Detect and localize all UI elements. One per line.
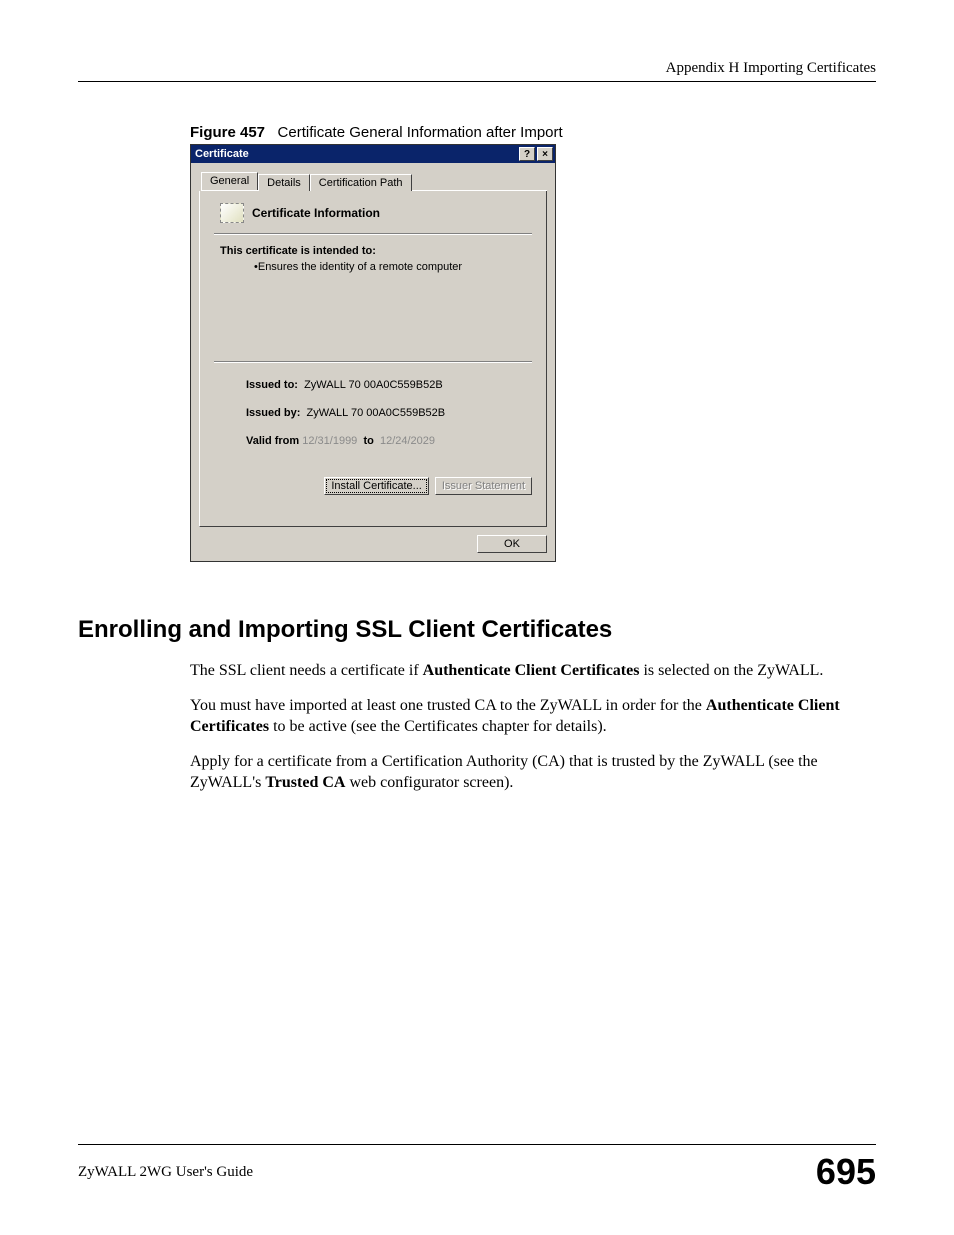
appendix-label: Appendix H Importing Certificates — [666, 60, 876, 76]
issued-by-label: Issued by: — [246, 407, 300, 419]
valid-row: Valid from 12/31/1999 to 12/24/2029 — [246, 435, 532, 447]
help-button[interactable]: ? — [519, 147, 535, 161]
text: web configurator screen). — [345, 774, 513, 791]
paragraph-2: You must have imported at least one trus… — [190, 695, 850, 737]
page-header: Appendix H Importing Certificates — [78, 60, 876, 82]
issued-to-row: Issued to: ZyWALL 70 00A0C559B52B — [246, 379, 532, 391]
paragraph-1: The SSL client needs a certificate if Au… — [190, 660, 850, 681]
bold-text: Authenticate Client Certificates — [423, 662, 640, 679]
valid-from-label: Valid from — [246, 435, 299, 447]
install-certificate-button[interactable]: Install Certificate... — [324, 477, 428, 495]
issued-by-row: Issued by: ZyWALL 70 00A0C559B52B — [246, 407, 532, 419]
cert-info-heading: Certificate Information — [252, 206, 380, 220]
section-heading: Enrolling and Importing SSL Client Certi… — [78, 616, 876, 644]
intended-label: This certificate is intended to: — [220, 245, 532, 257]
tab-certification-path[interactable]: Certification Path — [310, 174, 412, 191]
bold-text: Trusted CA — [265, 774, 345, 791]
text: is selected on the ZyWALL. — [639, 662, 823, 679]
footer-guide-name: ZyWALL 2WG User's Guide — [78, 1164, 253, 1181]
text: to be active (see the Certificates chapt… — [269, 718, 607, 735]
divider — [214, 233, 532, 235]
window-title: Certificate — [195, 148, 249, 160]
issued-to-value: ZyWALL 70 00A0C559B52B — [304, 379, 443, 391]
certificate-dialog: Certificate ? × General Details Certific… — [190, 144, 556, 562]
valid-from-value: 12/31/1999 — [302, 435, 357, 447]
titlebar: Certificate ? × — [191, 145, 555, 163]
intended-purpose: •Ensures the identity of a remote comput… — [254, 261, 532, 273]
page-number: 695 — [816, 1151, 876, 1193]
certificate-icon — [220, 203, 244, 223]
divider — [214, 361, 532, 363]
issuer-statement-button: Issuer Statement — [435, 477, 532, 495]
ok-button[interactable]: OK — [477, 535, 547, 553]
text: You must have imported at least one trus… — [190, 697, 706, 714]
valid-to-label: to — [363, 435, 373, 447]
issued-to-label: Issued to: — [246, 379, 298, 391]
text: The SSL client needs a certificate if — [190, 662, 423, 679]
paragraph-3: Apply for a certificate from a Certifica… — [190, 751, 850, 793]
tab-panel-general: Certificate Information This certificate… — [199, 191, 547, 527]
page-footer: ZyWALL 2WG User's Guide 695 — [78, 1144, 876, 1193]
figure-caption: Figure 457 Certificate General Informati… — [190, 124, 876, 141]
close-button[interactable]: × — [537, 147, 553, 161]
figure-number: Figure 457 — [190, 124, 265, 141]
valid-to-value: 12/24/2029 — [380, 435, 435, 447]
issued-by-value: ZyWALL 70 00A0C559B52B — [307, 407, 446, 419]
tab-details[interactable]: Details — [258, 174, 310, 191]
figure-title: Certificate General Information after Im… — [278, 124, 563, 141]
tab-strip: General Details Certification Path — [201, 171, 547, 191]
tab-general[interactable]: General — [201, 172, 258, 190]
